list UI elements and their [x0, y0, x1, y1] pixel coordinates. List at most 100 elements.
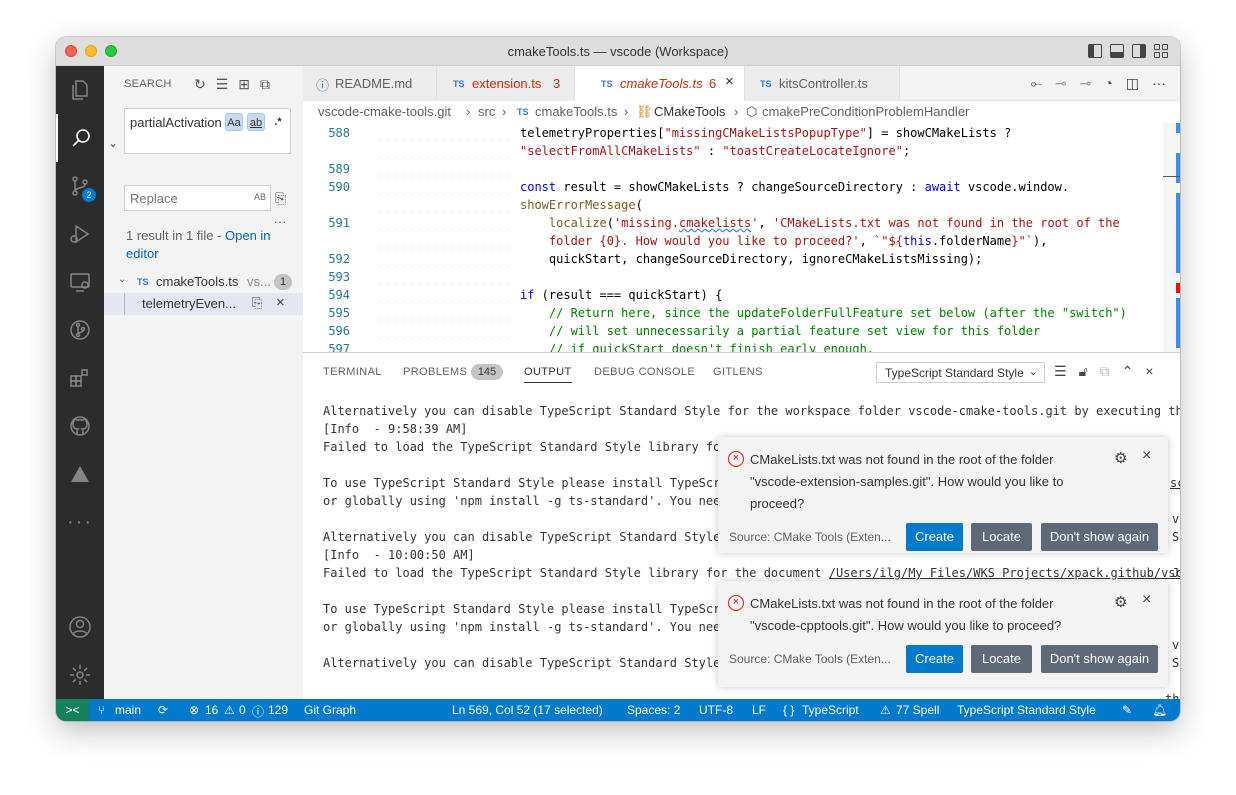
match-case-toggle[interactable]: Aa — [225, 113, 243, 131]
notifications-bell-icon[interactable]: 🔔︎ — [1152, 703, 1167, 717]
tab-problems[interactable]: PROBLEMS — [403, 366, 467, 378]
explorer-icon[interactable] — [56, 66, 104, 114]
breadcrumb-file[interactable]: cmakeTools.ts — [535, 104, 617, 119]
clear-results-icon[interactable]: ☰ — [216, 76, 229, 93]
typescript-file-icon: TS — [453, 79, 465, 89]
replace-all-icon[interactable]: ⎘ — [275, 190, 286, 207]
cursor-position[interactable]: Ln 569, Col 52 (17 selected) — [452, 703, 603, 717]
output-channel-select[interactable]: TypeScript Standard Style ⌄ — [876, 362, 1045, 383]
git-compare-icon[interactable]: ⟜ — [1031, 75, 1042, 92]
language-mode[interactable]: TypeScript — [802, 703, 859, 717]
toggle-sidebar-icon[interactable] — [1088, 44, 1102, 58]
linter-status[interactable]: TypeScript Standard Style — [957, 703, 1096, 717]
use-regex-toggle[interactable]: .* — [269, 113, 287, 131]
warning-count[interactable]: 0 — [239, 703, 246, 717]
search-input[interactable]: partialActivation Aa ab .* — [124, 108, 291, 154]
lock-scroll-icon[interactable]: 🔓︎ — [1079, 363, 1088, 380]
github-icon[interactable] — [56, 402, 104, 450]
remote-explorer-icon[interactable] — [56, 258, 104, 306]
remote-indicator[interactable]: >< — [56, 699, 89, 721]
indentation[interactable]: Spaces: 2 — [627, 703, 680, 717]
close-panel-icon[interactable]: × — [1145, 363, 1153, 380]
source-control-icon[interactable]: 2 — [56, 162, 104, 210]
notification-message: CMakeLists.txt was not found in the root… — [750, 596, 1062, 633]
previous-change-icon[interactable]: ⊸ — [1055, 75, 1067, 92]
tab-output[interactable]: OUTPUT — [524, 366, 572, 383]
tab-gitlens[interactable]: GITLENS — [713, 366, 763, 378]
branch-name[interactable]: main — [115, 703, 141, 717]
error-icon: × — [728, 595, 744, 611]
toggle-panel-icon[interactable] — [1110, 44, 1124, 58]
locate-button[interactable]: Locate — [971, 523, 1032, 551]
accounts-icon[interactable] — [56, 603, 104, 651]
close-tab-icon[interactable]: × — [725, 73, 734, 90]
activity-bar: 2 ··· — [56, 66, 104, 699]
customize-layout-icon[interactable] — [1154, 44, 1168, 58]
end-of-line[interactable]: LF — [752, 703, 766, 717]
search-icon[interactable] — [56, 114, 104, 162]
error-count[interactable]: 16 — [205, 703, 218, 717]
close-notification-icon[interactable]: × — [1142, 447, 1151, 465]
toggle-replace-chevron-icon[interactable]: ⌄ — [108, 136, 118, 150]
new-search-editor-icon[interactable]: ⊞ — [238, 76, 250, 93]
error-icon: × — [728, 451, 744, 467]
tab-readme[interactable]: ⓘ README.md — [303, 66, 437, 101]
manage-gear-icon[interactable] — [56, 651, 104, 699]
breadcrumb-method[interactable]: cmakePreConditionProblemHandler — [762, 104, 969, 119]
create-button[interactable]: Create — [906, 523, 963, 551]
status-bar: >< ⑂ main ⟳ ⊗ 16 ⚠ 0 ⓘ 129 Git Graph Ln … — [56, 699, 1180, 721]
notification-source: Source: CMake Tools (Exten... — [729, 652, 891, 666]
maximize-panel-icon[interactable]: ⌃ — [1122, 363, 1134, 380]
result-file-row[interactable]: ⌄ TS cmakeTools.ts vs... 1 — [104, 271, 303, 293]
git-icon[interactable] — [56, 306, 104, 354]
tab-extension[interactable]: TS extension.ts 3 — [437, 66, 575, 101]
more-actions-icon[interactable]: ··· — [1152, 75, 1166, 92]
cmake-icon[interactable] — [56, 450, 104, 498]
sync-icon[interactable]: ⟳ — [158, 703, 168, 717]
dont-show-again-button[interactable]: Don't show again — [1041, 523, 1158, 551]
tab-terminal[interactable]: TERMINAL — [323, 366, 382, 378]
open-output-editor-icon[interactable]: ⧉ — [1100, 363, 1110, 380]
tab-debug-console[interactable]: DEBUG CONSOLE — [594, 366, 695, 378]
toggle-search-details-button[interactable]: ... — [274, 212, 287, 226]
replace-input[interactable]: Replace AB — [124, 185, 271, 211]
match-whole-word-toggle[interactable]: ab — [247, 113, 265, 131]
gear-icon[interactable]: ⚙ — [1114, 593, 1127, 611]
preserve-case-toggle[interactable]: AB — [254, 192, 266, 202]
run-debug-icon[interactable] — [56, 210, 104, 258]
replace-match-icon[interactable]: ⎘ — [252, 295, 262, 311]
result-match-text: telemetryEven... — [142, 296, 236, 311]
create-button[interactable]: Create — [906, 645, 963, 673]
code-editor[interactable]: 588 589 590 591 592 593 594 595 596 597 … — [303, 123, 1163, 352]
notification-toast: × CMakeLists.txt was not found in the ro… — [718, 437, 1168, 553]
warning-icon: ⚠ — [224, 703, 235, 717]
more-views-icon[interactable]: ··· — [56, 498, 104, 546]
dismiss-match-icon[interactable]: × — [276, 294, 285, 311]
encoding[interactable]: UTF-8 — [699, 703, 733, 717]
refresh-icon[interactable]: ↻ — [194, 76, 206, 93]
result-count-badge: 1 — [274, 274, 292, 290]
info-count[interactable]: 129 — [268, 703, 288, 717]
tab-kitscontroller[interactable]: TS kitsController.ts — [745, 66, 900, 101]
gear-icon[interactable]: ⚙ — [1114, 449, 1127, 467]
feedback-icon[interactable]: ✎ — [1122, 703, 1132, 717]
spell-check[interactable]: 77 Spell — [896, 703, 939, 717]
open-changes-icon[interactable]: ◔ — [1104, 75, 1112, 92]
locate-button[interactable]: Locate — [971, 645, 1032, 673]
output-file-link[interactable]: /Users/ilg/My Files/WKS Projects/xpack.g… — [829, 566, 1180, 580]
close-notification-icon[interactable]: × — [1142, 591, 1151, 609]
toggle-secondary-sidebar-icon[interactable] — [1132, 44, 1146, 58]
tab-cmaketools[interactable]: TS cmakeTools.ts 6 × — [575, 66, 745, 101]
next-change-icon[interactable]: ⊸ — [1080, 75, 1092, 92]
git-graph-button[interactable]: Git Graph — [304, 703, 356, 717]
split-editor-icon[interactable]: ◫ — [1126, 75, 1139, 92]
breadcrumb-repo[interactable]: vscode-cmake-tools.git — [318, 104, 451, 119]
result-match-row[interactable]: telemetryEven... ⎘ × — [104, 293, 303, 315]
dont-show-again-button[interactable]: Don't show again — [1041, 645, 1158, 673]
clear-output-icon[interactable]: ☰ — [1054, 363, 1067, 380]
editor-scrollbar[interactable] — [1163, 123, 1180, 352]
breadcrumb-class[interactable]: CMakeTools — [654, 104, 726, 119]
collapse-all-icon[interactable]: ⧉ — [260, 76, 270, 93]
extensions-icon[interactable] — [56, 354, 104, 402]
breadcrumb-src[interactable]: src — [478, 104, 495, 119]
